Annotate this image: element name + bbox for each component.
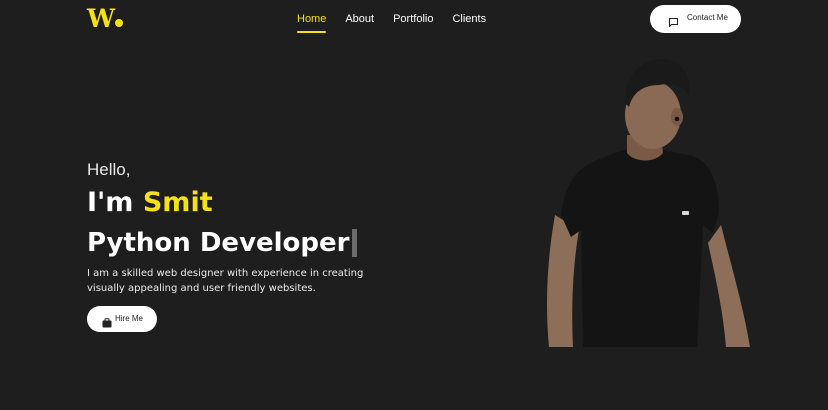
nav-item-clients[interactable]: Clients: [452, 12, 486, 26]
chat-icon: [668, 13, 679, 32]
nav-menu: Home About Portfolio Clients: [297, 12, 505, 33]
briefcase-icon: [102, 313, 112, 332]
contact-me-label: Contact Me: [687, 13, 728, 22]
hire-me-button[interactable]: Hire Me: [87, 306, 157, 332]
role-text: Python Developer: [87, 228, 350, 258]
intro-heading: I'm Smit: [87, 187, 213, 218]
intro-prefix: I'm: [87, 187, 134, 218]
hero-description: I am a skilled web designer with experie…: [87, 266, 387, 296]
contact-me-button[interactable]: Contact Me: [650, 5, 741, 33]
nav-item-portfolio[interactable]: Portfolio: [393, 12, 433, 26]
typing-cursor: [351, 229, 357, 257]
logo[interactable]: W: [87, 4, 124, 33]
name-highlight: Smit: [142, 187, 213, 218]
description-line-2: visually appealing and user friendly web…: [87, 283, 316, 294]
nav-item-home[interactable]: Home: [297, 12, 327, 33]
hire-me-label: Hire Me: [115, 314, 144, 323]
nav-item-about[interactable]: About: [345, 12, 374, 26]
role-heading: Python Developer: [87, 228, 357, 258]
profile-photo: [543, 55, 753, 347]
logo-letter: W: [87, 4, 115, 33]
greeting-text: Hello,: [87, 160, 131, 179]
logo-dot: [115, 19, 124, 27]
navbar: W Home About Portfolio Clients Contact M…: [0, 0, 828, 40]
description-line-1: I am a skilled web designer with experie…: [87, 268, 364, 279]
